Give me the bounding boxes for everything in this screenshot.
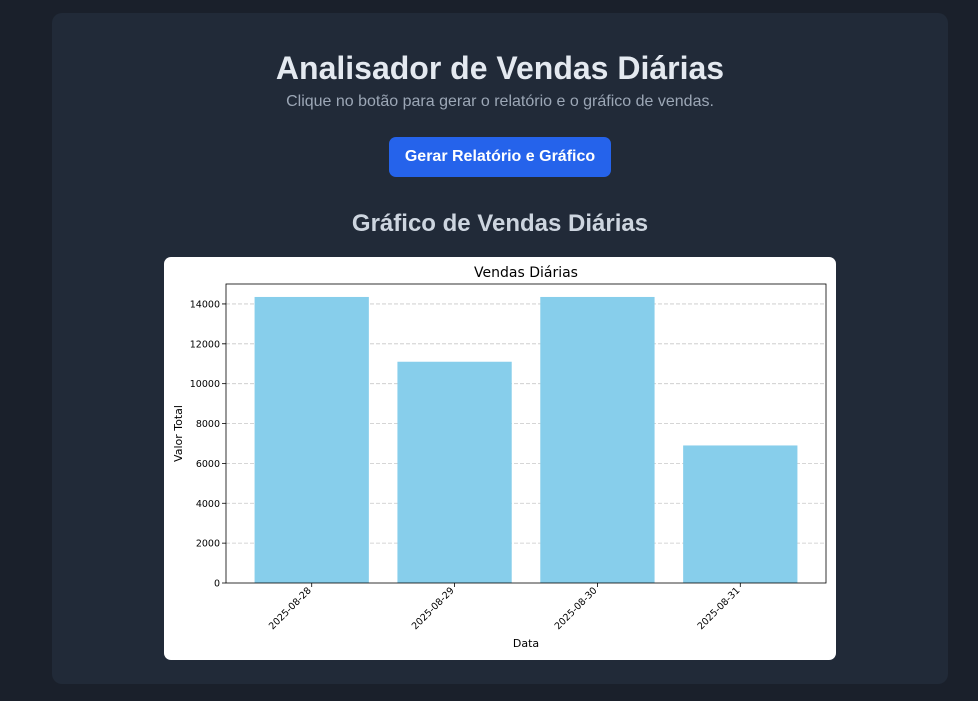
y-tick-label: 10000 [190, 379, 220, 390]
x-tick-label: 2025-08-31 [696, 585, 743, 632]
y-axis-label: Valor Total [172, 405, 185, 462]
y-tick-label: 2000 [196, 539, 220, 550]
y-tick-label: 4000 [196, 499, 220, 510]
generate-report-button[interactable]: Gerar Relatório e Gráfico [389, 137, 611, 177]
chart-section-title: Gráfico de Vendas Diárias [351, 210, 649, 237]
x-axis-label: Data [513, 637, 539, 650]
bar [540, 296, 655, 583]
y-tick-label: 6000 [196, 459, 220, 470]
page-subtitle: Clique no botão para gerar o relatório e… [286, 93, 714, 110]
bar [683, 445, 798, 583]
main-card: Analisador de Vendas Diárias Clique no b… [52, 13, 948, 684]
y-tick-label: 12000 [190, 339, 220, 350]
x-tick-label: 2025-08-28 [267, 585, 314, 632]
bar-chart: 0 2000 4000 6000 8000 10000 12000 14000 2025-08-… [172, 265, 827, 650]
chart-title: Vendas Diárias [474, 265, 578, 281]
bar [254, 296, 369, 583]
y-tick-label: 8000 [196, 419, 220, 430]
bar [397, 361, 512, 583]
x-tick-label: 2025-08-29 [410, 585, 457, 632]
x-tick-label: 2025-08-30 [553, 585, 600, 632]
chart-container: 0 2000 4000 6000 8000 10000 12000 14000 2025-08-… [164, 257, 836, 660]
y-tick-label: 0 [214, 579, 220, 590]
page-title: Analisador de Vendas Diárias [275, 50, 725, 86]
y-tick-label: 14000 [190, 299, 220, 310]
